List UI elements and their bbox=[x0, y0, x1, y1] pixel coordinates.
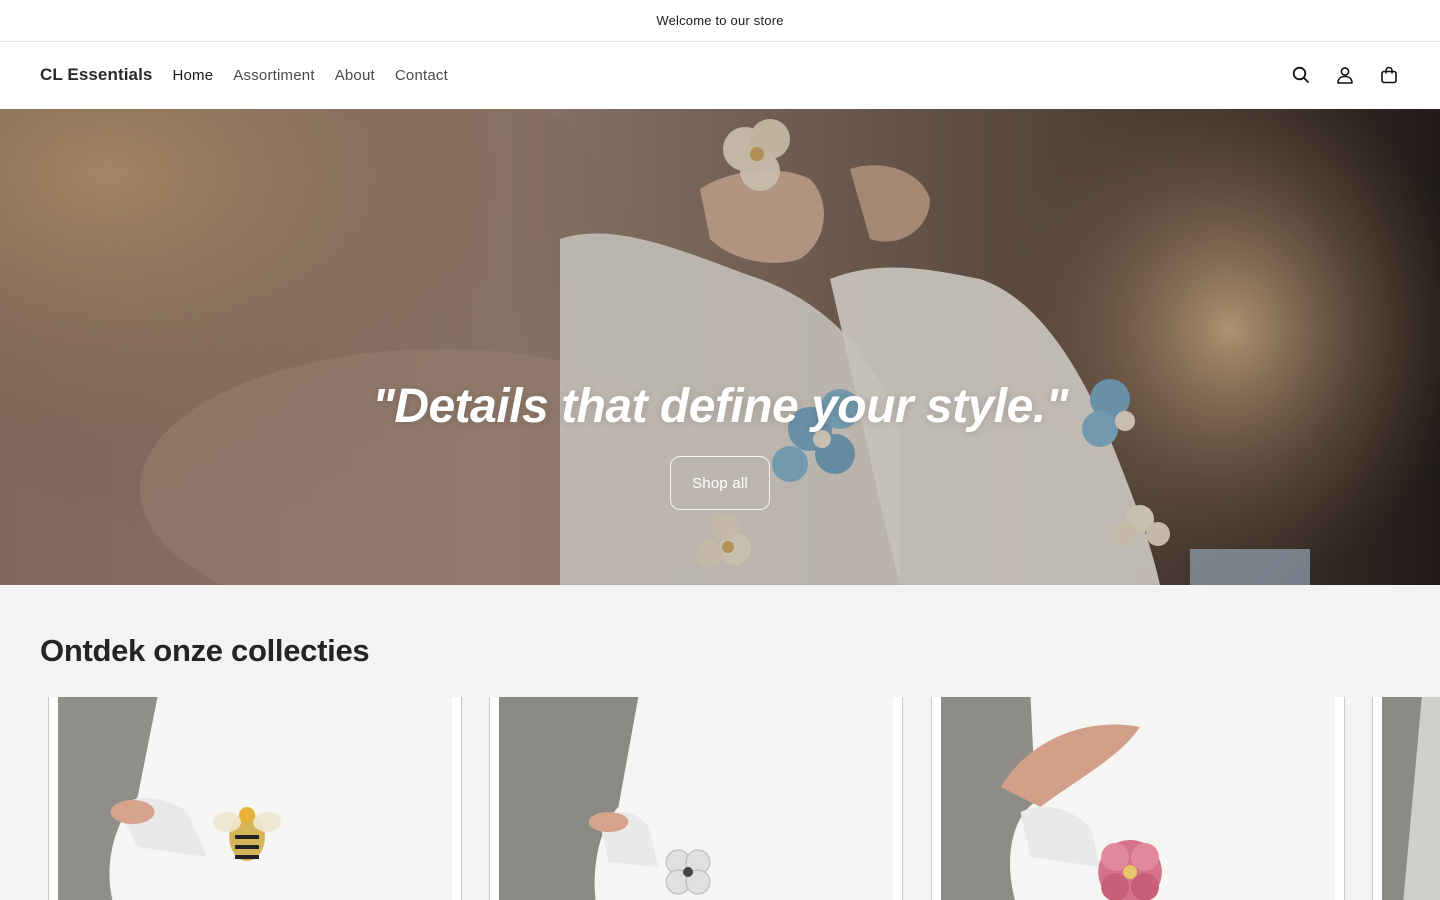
nav-item-contact[interactable]: Contact bbox=[395, 67, 448, 84]
nav-item-about[interactable]: About bbox=[335, 67, 375, 84]
search-icon[interactable] bbox=[1290, 64, 1312, 86]
collection-card-image bbox=[58, 697, 452, 900]
announcement-text: Welcome to our store bbox=[656, 13, 784, 28]
collection-card-image bbox=[1382, 697, 1440, 900]
collections-section: Ontdek onze collecties bbox=[0, 585, 1440, 900]
shop-all-button[interactable]: Shop all bbox=[670, 456, 770, 510]
header-icons bbox=[1290, 64, 1400, 86]
collections-title: Ontdek onze collecties bbox=[40, 633, 370, 668]
nav-item-home[interactable]: Home bbox=[172, 67, 213, 84]
announcement-bar: Welcome to our store bbox=[0, 0, 1440, 42]
hero-overlay bbox=[0, 109, 1440, 585]
collection-card[interactable] bbox=[489, 697, 903, 900]
hero-content: "Details that define your style." Shop a… bbox=[0, 379, 1440, 510]
site-header: CL Essentials Home Assortiment About Con… bbox=[0, 42, 1440, 108]
cart-icon[interactable] bbox=[1378, 64, 1400, 86]
collection-card[interactable] bbox=[1372, 697, 1440, 900]
collection-card[interactable] bbox=[48, 697, 462, 900]
store-logo[interactable]: CL Essentials bbox=[40, 65, 152, 85]
collection-card-image bbox=[499, 697, 893, 900]
main-nav: Home Assortiment About Contact bbox=[172, 67, 448, 84]
nav-item-assortiment[interactable]: Assortiment bbox=[233, 67, 314, 84]
hero-title: "Details that define your style." bbox=[372, 380, 1068, 433]
collection-card-image bbox=[941, 697, 1335, 900]
hero-banner: "Details that define your style." Shop a… bbox=[0, 109, 1440, 585]
collection-card[interactable] bbox=[931, 697, 1345, 900]
account-icon[interactable] bbox=[1334, 64, 1356, 86]
